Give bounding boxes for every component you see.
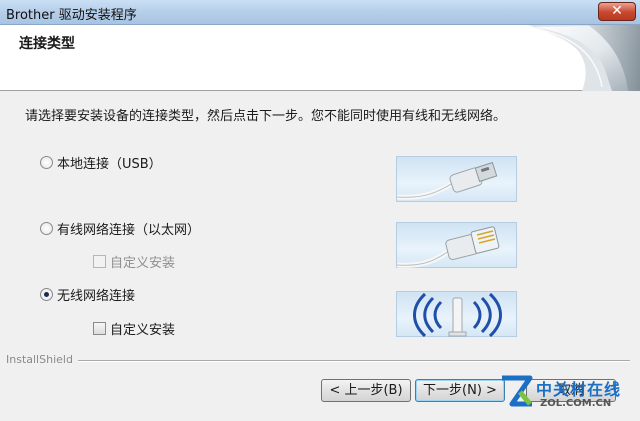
instruction-text: 请选择要安装设备的连接类型，然后点击下一步。您不能同时使用有线和无线网络。	[25, 109, 507, 124]
usb-radio[interactable]	[40, 156, 53, 169]
ethernet-custom-install-label: 自定义安装	[110, 256, 176, 271]
wireless-signal-icon	[413, 292, 502, 338]
watermark-domain: ZOL.COM.CN	[540, 398, 612, 409]
next-button[interactable]: 下一步(N) >	[415, 379, 505, 402]
footer-separator	[78, 360, 630, 362]
ethernet-custom-install: 自定义安装	[93, 252, 175, 271]
ethernet-cable-icon	[396, 226, 500, 268]
wireless-custom-install[interactable]: 自定义安装	[93, 319, 175, 338]
ethernet-illustration	[396, 222, 517, 268]
wireless-custom-install-checkbox[interactable]	[93, 322, 106, 335]
wireless-label: 无线网络连接	[57, 289, 136, 304]
page-curl-graphic	[528, 25, 640, 91]
back-button[interactable]: < 上一步(B)	[321, 379, 411, 402]
wireless-custom-install-label: 自定义安装	[110, 323, 176, 338]
usb-cable-icon	[396, 161, 498, 200]
window-title: Brother 驱动安装程序	[6, 8, 137, 23]
watermark-brand: 中关村在线	[536, 380, 622, 399]
title-bar[interactable]: Brother 驱动安装程序 ✕	[0, 0, 640, 25]
zol-logo-icon	[502, 375, 533, 407]
option-ethernet[interactable]: 有线网络连接（以太网）	[40, 219, 200, 238]
usb-label: 本地连接（USB）	[57, 157, 162, 172]
installer-window: Brother 驱动安装程序 ✕ 连接类型 请选择要安装设备的连接类型，然后点击…	[0, 0, 640, 421]
wireless-radio[interactable]	[40, 288, 53, 301]
wireless-illustration	[396, 291, 517, 338]
ethernet-label: 有线网络连接（以太网）	[57, 223, 201, 238]
usb-illustration	[396, 156, 517, 202]
option-wireless[interactable]: 无线网络连接	[40, 285, 135, 304]
close-icon: ✕	[611, 3, 623, 19]
watermark: 中关村在线 ZOL.COM.CN	[500, 372, 640, 421]
close-button[interactable]: ✕	[598, 2, 636, 21]
ethernet-radio[interactable]	[40, 222, 53, 235]
installshield-label: InstallShield	[6, 353, 73, 366]
option-usb[interactable]: 本地连接（USB）	[40, 153, 162, 172]
header-panel: 连接类型	[0, 25, 640, 91]
ethernet-custom-install-checkbox	[93, 255, 106, 268]
page-title: 连接类型	[19, 36, 75, 52]
